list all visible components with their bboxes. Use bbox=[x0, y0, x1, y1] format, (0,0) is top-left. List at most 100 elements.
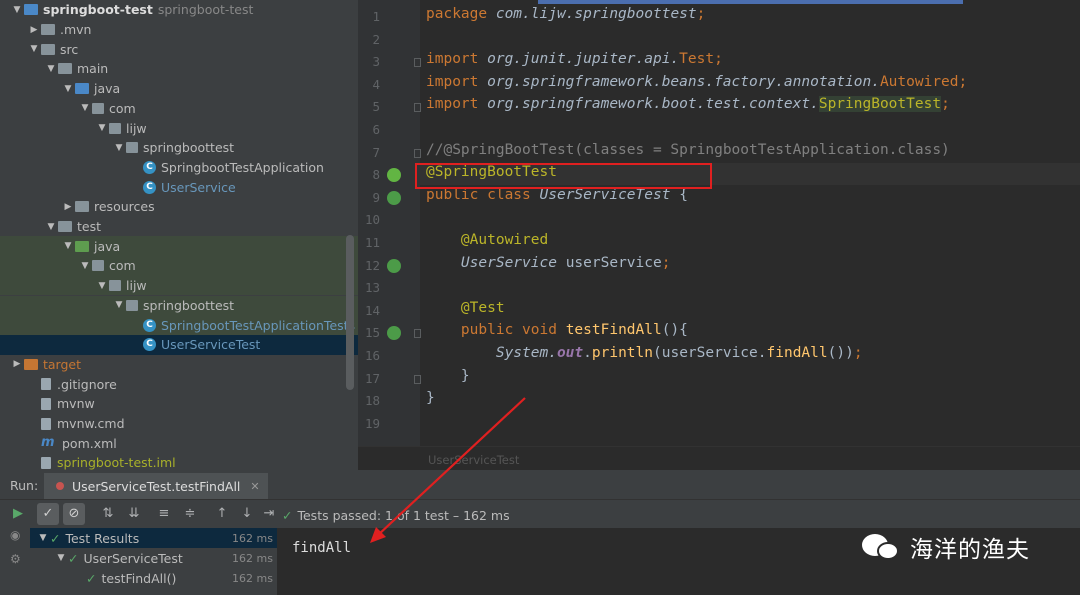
editor-breadcrumb[interactable]: UserServiceTest bbox=[428, 453, 519, 467]
project-scrollbar[interactable] bbox=[346, 235, 354, 390]
code-line[interactable]: import org.springframework.boot.test.con… bbox=[426, 96, 950, 113]
code-line[interactable]: UserService userService; bbox=[426, 255, 671, 271]
chevron-right-icon[interactable]: ▶ bbox=[27, 25, 41, 35]
tree-item[interactable]: C SpringbootTestApplication bbox=[0, 158, 358, 178]
test-result-row[interactable]: ✓ testFindAll() 162 ms bbox=[30, 568, 277, 588]
tree-item[interactable]: ▼ springboottest bbox=[0, 138, 358, 158]
tree-item[interactable]: ▼ java bbox=[0, 236, 358, 257]
tree-item[interactable]: ▶ .mvn bbox=[0, 20, 358, 40]
code-token: ; bbox=[696, 6, 706, 22]
run-gutter-icon[interactable] bbox=[387, 326, 401, 341]
tree-item-label: java bbox=[94, 238, 121, 254]
autowired-gutter-icon[interactable] bbox=[387, 258, 401, 273]
code-token: ; bbox=[714, 51, 723, 68]
tree-item[interactable]: ▼ com bbox=[0, 256, 358, 276]
show-ignored-icon[interactable]: ⊘ bbox=[63, 503, 85, 525]
chevron-down-icon[interactable]: ▼ bbox=[54, 553, 68, 563]
tree-item[interactable]: springboot-test.iml bbox=[0, 453, 358, 470]
code-token: @Autowired bbox=[460, 232, 549, 248]
tree-item[interactable]: ▶ resources bbox=[0, 197, 358, 217]
code-token: /@SpringBootTest(classes = SpringbootTes… bbox=[434, 141, 950, 158]
code-editor[interactable]: 1 2 3 4 5 6 7 8 9 10 11 12 13 14 15 16 17 18 19 package co… bbox=[358, 0, 1080, 470]
class-icon: C bbox=[143, 338, 156, 352]
chevron-down-icon[interactable]: ▼ bbox=[95, 281, 109, 291]
chevron-down-icon[interactable]: ▼ bbox=[95, 123, 109, 133]
code-line[interactable]: } bbox=[426, 368, 470, 384]
tree-item[interactable]: m pom.xml bbox=[0, 433, 358, 453]
code-line[interactable]: import org.springframework.beans.factory… bbox=[426, 74, 967, 90]
code-line[interactable]: System.out.println(userService.findAll()… bbox=[426, 345, 863, 361]
chevron-down-icon[interactable]: ▼ bbox=[78, 103, 92, 113]
tree-item[interactable]: C UserService bbox=[0, 177, 358, 197]
code-line[interactable]: public void testFindAll(){ bbox=[426, 322, 688, 338]
previous-icon[interactable]: ↑ bbox=[211, 503, 233, 525]
spring-bean-icon[interactable] bbox=[387, 168, 401, 183]
tree-item[interactable]: C UserServiceTest bbox=[0, 334, 358, 355]
code-token: import bbox=[426, 96, 488, 113]
test-result-row[interactable]: ▼ ✓ Test Results 162 ms bbox=[30, 528, 277, 548]
chevron-down-icon[interactable]: ▼ bbox=[61, 84, 75, 94]
chevron-down-icon[interactable]: ▼ bbox=[112, 143, 126, 153]
expand-all-icon[interactable]: ≡ bbox=[153, 503, 175, 525]
tree-item[interactable]: mvnw bbox=[0, 394, 358, 414]
fold-marker-icon[interactable] bbox=[414, 329, 421, 339]
tree-item[interactable]: ▼ src bbox=[0, 39, 358, 59]
code-line[interactable]: public class UserServiceTest { bbox=[426, 187, 688, 203]
show-passed-icon[interactable]: ✓ bbox=[37, 503, 59, 525]
close-icon[interactable]: ✕ bbox=[250, 480, 259, 493]
tree-item[interactable]: ▼ lijw bbox=[0, 275, 358, 296]
sort-duration-icon[interactable]: ⇊ bbox=[123, 503, 145, 525]
chevron-down-icon[interactable]: ▼ bbox=[112, 300, 126, 310]
tree-item[interactable]: ▼ springboot-test springboot-test bbox=[0, 0, 358, 20]
line-number: 15 bbox=[364, 325, 380, 341]
tree-item[interactable]: ▶ target bbox=[0, 355, 358, 375]
code-line[interactable]: } bbox=[426, 390, 435, 406]
code-line[interactable]: package com.lijw.springboottest; bbox=[426, 6, 705, 22]
fold-marker-icon[interactable] bbox=[414, 374, 421, 384]
chevron-down-icon[interactable]: ▼ bbox=[27, 44, 41, 54]
chevron-right-icon[interactable]: ▶ bbox=[10, 359, 24, 369]
settings-icon[interactable]: ⚙ bbox=[10, 552, 24, 566]
tree-item[interactable]: ▼ com bbox=[0, 99, 358, 119]
line-number: 3 bbox=[372, 54, 380, 70]
tree-item[interactable]: mvnw.cmd bbox=[0, 414, 358, 434]
run-toolbar: ▶ ✓ ⊘ ⇅ ⇊ ≡ ≑ ↑ ↓ ⇥ ✓ Tests passed: 1 of … bbox=[0, 500, 1080, 528]
collapse-all-icon[interactable]: ≑ bbox=[179, 503, 201, 525]
tree-item[interactable]: ▼ java bbox=[0, 79, 358, 99]
chevron-down-icon[interactable]: ▼ bbox=[44, 222, 58, 232]
tree-item[interactable]: ▼ test bbox=[0, 217, 358, 237]
run-gutter-icon[interactable] bbox=[387, 190, 401, 205]
editor-scroll-indicator bbox=[538, 0, 963, 4]
folder-icon bbox=[41, 43, 55, 55]
fold-marker-icon[interactable] bbox=[414, 58, 421, 68]
chevron-down-icon[interactable]: ▼ bbox=[78, 261, 92, 271]
sort-alpha-icon[interactable]: ⇅ bbox=[97, 503, 119, 525]
tree-item[interactable]: ▼ lijw bbox=[0, 118, 358, 138]
code-line[interactable]: @Test bbox=[426, 300, 505, 316]
chevron-down-icon[interactable]: ▼ bbox=[10, 5, 24, 15]
fold-marker-icon[interactable] bbox=[414, 103, 421, 113]
next-icon[interactable]: ↓ bbox=[236, 503, 258, 525]
line-number: 11 bbox=[364, 235, 380, 250]
tree-item[interactable]: .gitignore bbox=[0, 374, 358, 394]
export-icon[interactable]: ⇥ bbox=[258, 503, 280, 525]
code-line[interactable]: import org.junit.jupiter.api.Test; bbox=[426, 51, 723, 67]
test-result-row[interactable]: ▼ ✓ UserServiceTest 162 ms bbox=[30, 548, 277, 568]
tree-item[interactable]: ▼ main bbox=[0, 59, 358, 79]
chevron-down-icon[interactable]: ▼ bbox=[61, 241, 75, 251]
tree-item-label: pom.xml bbox=[62, 435, 117, 451]
chevron-right-icon[interactable]: ▶ bbox=[61, 202, 75, 212]
chevron-down-icon[interactable]: ▼ bbox=[36, 533, 50, 543]
package-icon bbox=[126, 142, 138, 154]
test-duration: 162 ms bbox=[232, 531, 273, 545]
rerun-icon[interactable]: ▶ bbox=[7, 503, 29, 525]
code-line[interactable]: @Autowired bbox=[426, 232, 548, 248]
code-line[interactable]: //@SpringBootTest(classes = SpringbootTe… bbox=[426, 142, 950, 158]
fold-marker-icon[interactable] bbox=[414, 148, 421, 158]
run-tab[interactable]: UserServiceTest.testFindAll ✕ bbox=[44, 473, 268, 499]
tree-item[interactable]: C SpringbootTestApplicationTests bbox=[0, 315, 358, 335]
tree-item[interactable]: ▼ springboottest bbox=[0, 295, 358, 316]
chevron-down-icon[interactable]: ▼ bbox=[44, 64, 58, 74]
camera-icon[interactable]: ◉ bbox=[10, 528, 24, 542]
